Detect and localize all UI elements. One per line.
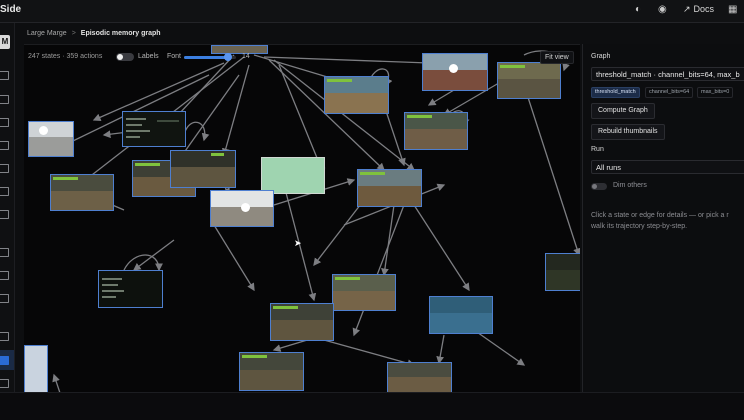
chip-threshold-match: threshold_match xyxy=(591,87,640,98)
edge xyxy=(523,84,580,257)
graph-select[interactable]: threshold_match · channel_bits=64, max_b xyxy=(591,67,744,81)
edge xyxy=(413,204,470,292)
mouse-cursor-icon: ➤ xyxy=(294,238,302,248)
dim-others-toggle[interactable] xyxy=(591,183,607,190)
graph-panel: Graph threshold_match · channel_bits=64,… xyxy=(582,44,744,392)
state-node[interactable] xyxy=(422,53,488,91)
labels-toggle[interactable] xyxy=(116,53,134,61)
state-node[interactable] xyxy=(332,274,396,311)
edge xyxy=(213,224,255,292)
rail-icon-projects[interactable] xyxy=(0,71,9,80)
edge xyxy=(352,204,405,337)
status-bar xyxy=(0,392,744,420)
dim-others-label: Dim others xyxy=(613,182,647,189)
state-node[interactable] xyxy=(429,296,493,334)
docs-link[interactable]: ↗ Docs xyxy=(683,4,714,15)
rebuild-thumbnails-button[interactable]: Rebuild thumbnails xyxy=(591,124,665,140)
rail-icon-settings[interactable] xyxy=(0,95,9,104)
state-node[interactable] xyxy=(404,112,468,150)
labels-label: Labels xyxy=(138,53,159,60)
font-size-value: 14 xyxy=(242,53,250,60)
state-node-menu[interactable] xyxy=(122,111,186,147)
state-node[interactable] xyxy=(50,174,114,211)
run-select[interactable]: All runs xyxy=(591,160,744,174)
chip-channel-bits: channel_bits=64 xyxy=(645,87,694,98)
edge xyxy=(52,373,61,393)
edge xyxy=(427,89,455,106)
state-node[interactable] xyxy=(387,362,452,393)
rail-icon-list[interactable] xyxy=(0,164,9,173)
rail-icon-gear[interactable] xyxy=(0,294,9,303)
state-node-menu[interactable] xyxy=(98,270,163,308)
state-node-loading[interactable] xyxy=(261,157,325,194)
discord-icon[interactable]: ◉ xyxy=(658,5,667,15)
graph-canvas[interactable]: 247 states · 359 actions Labels Font 14 … xyxy=(24,44,580,393)
state-node[interactable] xyxy=(324,76,389,114)
rail-icon-agents[interactable] xyxy=(0,248,9,257)
font-size-slider[interactable] xyxy=(184,53,236,61)
state-node[interactable] xyxy=(357,169,422,207)
font-label: Font xyxy=(167,53,182,60)
state-node[interactable] xyxy=(170,150,236,188)
font-slider-knob[interactable] xyxy=(224,53,232,61)
edge xyxy=(123,254,163,272)
state-node[interactable] xyxy=(24,345,48,393)
state-node[interactable] xyxy=(545,253,580,291)
breadcrumb-current: Episodic memory graph xyxy=(80,30,161,37)
rail-icon-logs[interactable] xyxy=(0,379,9,388)
breadcrumb-parent[interactable]: Large Marge xyxy=(27,30,67,37)
edge xyxy=(132,239,175,271)
font-slider-fill xyxy=(184,56,228,59)
help-line-1: Click a state or edge for details — or p… xyxy=(591,212,729,219)
breadcrumb: Large Marge > Episodic memory graph xyxy=(27,30,161,37)
help-line-2: walk its trajectory step-by-step. xyxy=(591,223,688,230)
docs-label: Docs xyxy=(693,4,715,14)
fit-view-button[interactable]: Fit view xyxy=(540,51,574,64)
graph-heading: Graph xyxy=(591,53,611,60)
edge xyxy=(381,204,395,277)
compute-graph-button[interactable]: Compute Graph xyxy=(591,103,655,119)
breadcrumb-separator: > xyxy=(71,30,76,37)
edge xyxy=(383,104,406,167)
state-node[interactable] xyxy=(210,190,274,227)
edge xyxy=(263,56,431,67)
top-bar: Side ◐ ◉ ↗ Docs ▦ xyxy=(0,0,744,23)
edge xyxy=(313,199,365,267)
edge xyxy=(436,334,445,365)
rail-icon-data[interactable] xyxy=(0,271,9,280)
state-node[interactable] xyxy=(239,352,304,391)
rail-icon-docs[interactable] xyxy=(0,187,9,196)
graph-counts: 247 states · 359 actions xyxy=(28,53,103,60)
edge xyxy=(473,329,526,366)
app-title: Side xyxy=(0,4,22,15)
run-heading: Run xyxy=(591,146,604,153)
avatar[interactable]: M xyxy=(0,35,10,49)
sidebar-toggle-icon[interactable]: ▦ xyxy=(728,5,737,15)
rail-icon-images[interactable] xyxy=(0,332,9,341)
external-link-icon: ↗ xyxy=(683,4,691,14)
state-node[interactable] xyxy=(28,121,74,157)
state-node[interactable] xyxy=(497,62,561,99)
chip-max-bits: max_bits=0 xyxy=(697,87,734,98)
gauge-icon[interactable]: ◐ xyxy=(635,5,641,15)
panel-help-text: Click a state or edge for details — or p… xyxy=(591,210,744,232)
state-node[interactable] xyxy=(270,303,334,341)
rail-icon-play[interactable] xyxy=(0,118,9,127)
rail-icon-tasks[interactable] xyxy=(0,141,9,150)
state-node[interactable] xyxy=(211,45,268,54)
rail-icon-memory-graph[interactable] xyxy=(0,356,9,365)
rail-icon-charts[interactable] xyxy=(0,210,9,219)
